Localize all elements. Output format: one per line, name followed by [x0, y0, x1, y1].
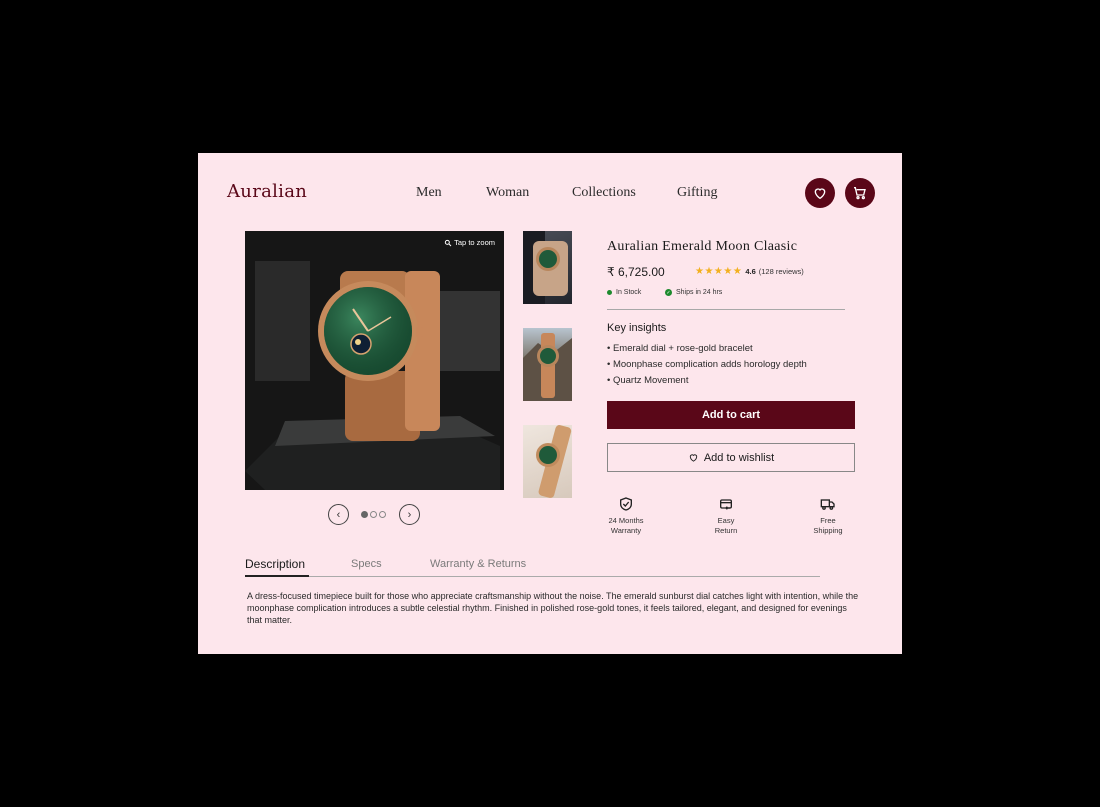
shipping-label: Ships in 24 hrs [676, 289, 723, 296]
nav-item-men[interactable]: Men [416, 185, 442, 201]
chevron-left-icon: ‹ [336, 508, 341, 521]
insight-item: • Emerald dial + rose-gold bracelet [607, 343, 753, 354]
main-product-image[interactable]: Tap to zoom [245, 231, 504, 490]
insight-item: • Moonphase complication adds horology d… [607, 359, 807, 370]
tab-specs[interactable]: Specs [351, 558, 382, 570]
truck-icon [820, 499, 835, 510]
shield-check-icon [620, 497, 632, 511]
tab-description[interactable]: Description [245, 557, 305, 571]
cart-icon [854, 187, 866, 200]
thumbnail-1[interactable] [523, 231, 572, 304]
feature-return: Easy Return [696, 496, 756, 536]
tab-warranty-returns[interactable]: Warranty & Returns [430, 558, 526, 570]
carousel-dots [361, 511, 386, 518]
heart-icon [814, 188, 826, 200]
wishlist-button[interactable] [805, 178, 835, 208]
feature-return-line2: Return [714, 525, 738, 535]
feature-warranty-line1: 24 Months [608, 516, 644, 525]
cart-button[interactable] [845, 178, 875, 208]
next-image-button[interactable]: › [399, 504, 420, 525]
shipping-status: ✓ Ships in 24 hrs [665, 289, 722, 296]
product-price: ₹ 6,725.00 [607, 265, 665, 279]
star-rating-icon: ★★★★★ [695, 266, 743, 277]
feature-return-line1: Easy [717, 516, 735, 525]
carousel-dot-2[interactable] [370, 511, 377, 518]
thumbnail-3[interactable] [523, 425, 572, 498]
nav-item-collections[interactable]: Collections [572, 185, 636, 201]
nav-item-woman[interactable]: Woman [486, 185, 529, 201]
add-to-cart-button[interactable]: Add to cart [607, 401, 855, 429]
carousel-dot-3[interactable] [379, 511, 386, 518]
zoom-hint-label: Tap to zoom [454, 238, 495, 247]
carousel-dot-1[interactable] [361, 511, 368, 518]
stock-status: In Stock [607, 289, 641, 296]
add-to-wishlist-button[interactable]: Add to wishlist [607, 443, 855, 472]
feature-warranty-line2: Warranty [610, 525, 642, 535]
check-icon: ✓ [665, 289, 672, 296]
review-count: (128 reviews) [758, 267, 804, 276]
product-title: Auralian Emerald Moon Claasic [607, 239, 798, 254]
search-icon [444, 239, 452, 246]
divider [607, 309, 845, 310]
thumbnail-image [523, 333, 572, 401]
heart-outline-icon [689, 454, 698, 462]
return-box-icon [720, 499, 732, 510]
product-rating[interactable]: ★★★★★ 4.6 (128 reviews) [695, 266, 804, 277]
thumbnail-image [523, 231, 568, 304]
thumbnail-image [536, 425, 572, 498]
brand-logo[interactable]: Auralian [227, 181, 307, 202]
insights-title: Key insights [607, 322, 667, 334]
active-tab-indicator [245, 575, 309, 577]
thumbnail-2[interactable] [523, 328, 572, 401]
feature-warranty: 24 Months Warranty [596, 496, 656, 536]
feature-shipping-line1: Free [820, 516, 836, 525]
zoom-hint[interactable]: Tap to zoom [444, 238, 495, 247]
watch-image [245, 231, 504, 490]
prev-image-button[interactable]: ‹ [328, 504, 349, 525]
product-description: A dress-focused timepiece built for thos… [247, 591, 859, 626]
feature-shipping-line2: Shipping [813, 525, 843, 535]
chevron-right-icon: › [407, 508, 412, 521]
nav-item-gifting[interactable]: Gifting [677, 185, 717, 201]
insight-item: • Quartz Movement [607, 375, 689, 386]
add-to-wishlist-label: Add to wishlist [703, 451, 775, 464]
stock-label: In Stock [616, 289, 642, 296]
in-stock-dot-icon [607, 290, 612, 295]
rating-value: 4.6 [745, 267, 756, 276]
tab-divider [245, 576, 820, 577]
feature-shipping: Free Shipping [798, 496, 858, 536]
product-card: Auralian Men Woman Collections Gifting T… [198, 153, 902, 654]
